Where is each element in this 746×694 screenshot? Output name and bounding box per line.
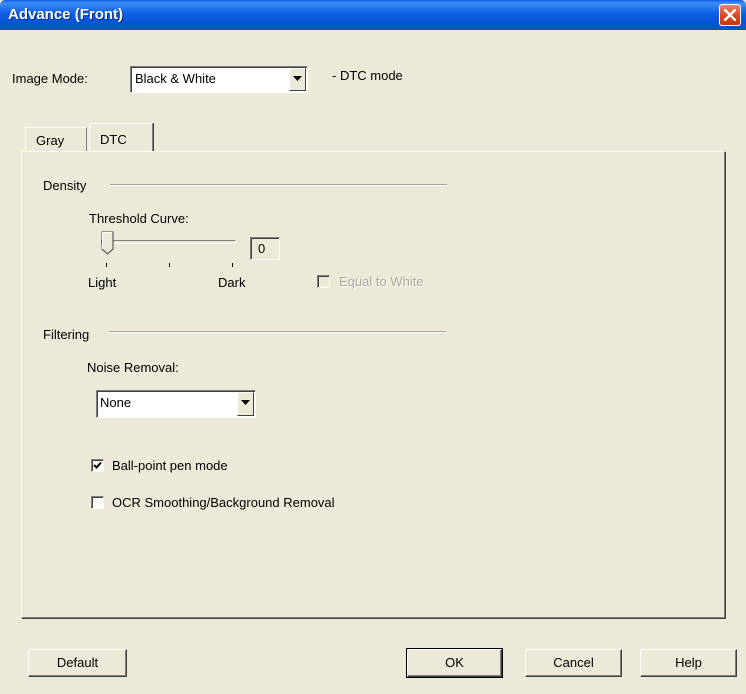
image-mode-label: Image Mode: <box>12 71 88 86</box>
ballpoint-pen-label: Ball-point pen mode <box>112 458 228 473</box>
threshold-value: 0 <box>258 241 266 256</box>
image-mode-value: Black & White <box>135 71 216 86</box>
tab-gray-label: Gray <box>36 133 65 148</box>
density-divider <box>110 184 447 186</box>
threshold-slider-thumb[interactable] <box>101 231 115 256</box>
filtering-group-title: Filtering <box>43 327 90 342</box>
image-mode-select[interactable]: Black & White <box>130 66 308 93</box>
tab-dtc-label: DTC <box>100 132 127 147</box>
close-icon <box>724 9 736 21</box>
image-mode-note: - DTC mode <box>332 68 403 83</box>
light-label: Light <box>88 275 117 290</box>
default-button[interactable]: Default <box>28 649 127 677</box>
equal-to-white-label: Equal to White <box>339 274 424 289</box>
slider-tick <box>232 263 233 267</box>
filtering-divider <box>109 331 446 333</box>
density-group-title: Density <box>43 178 87 193</box>
ballpoint-pen-checkbox[interactable] <box>91 459 104 472</box>
slider-tick <box>106 263 107 267</box>
noise-removal-dropdown-button[interactable] <box>237 392 254 416</box>
threshold-slider-track[interactable] <box>101 240 236 244</box>
noise-removal-label: Noise Removal: <box>87 360 179 375</box>
slider-tick <box>169 263 170 267</box>
threshold-value-box: 0 <box>250 237 280 260</box>
ok-button[interactable]: OK <box>406 648 503 678</box>
advance-dialog: Advance (Front) Image Mode: Black & Whit… <box>0 0 746 694</box>
tab-dtc[interactable]: DTC <box>89 123 153 151</box>
help-button[interactable]: Help <box>640 649 737 677</box>
ocr-smoothing-checkbox[interactable] <box>91 496 104 509</box>
chevron-down-icon <box>241 400 250 405</box>
chevron-down-icon <box>293 76 302 81</box>
dark-label: Dark <box>218 275 246 290</box>
equal-to-white-checkbox[interactable] <box>317 275 330 288</box>
noise-removal-value: None <box>100 395 132 410</box>
title-bar[interactable]: Advance (Front) <box>0 0 746 30</box>
noise-removal-select[interactable]: None <box>96 390 256 418</box>
close-button[interactable] <box>719 4 741 26</box>
tab-gray[interactable]: Gray <box>25 127 87 151</box>
checkmark-icon <box>93 461 102 469</box>
window-title: Advance (Front) <box>8 6 124 23</box>
image-mode-dropdown-button[interactable] <box>289 68 306 91</box>
ocr-smoothing-label: OCR Smoothing/Background Removal <box>112 495 335 510</box>
threshold-curve-label: Threshold Curve: <box>89 211 189 226</box>
cancel-button[interactable]: Cancel <box>525 649 622 677</box>
